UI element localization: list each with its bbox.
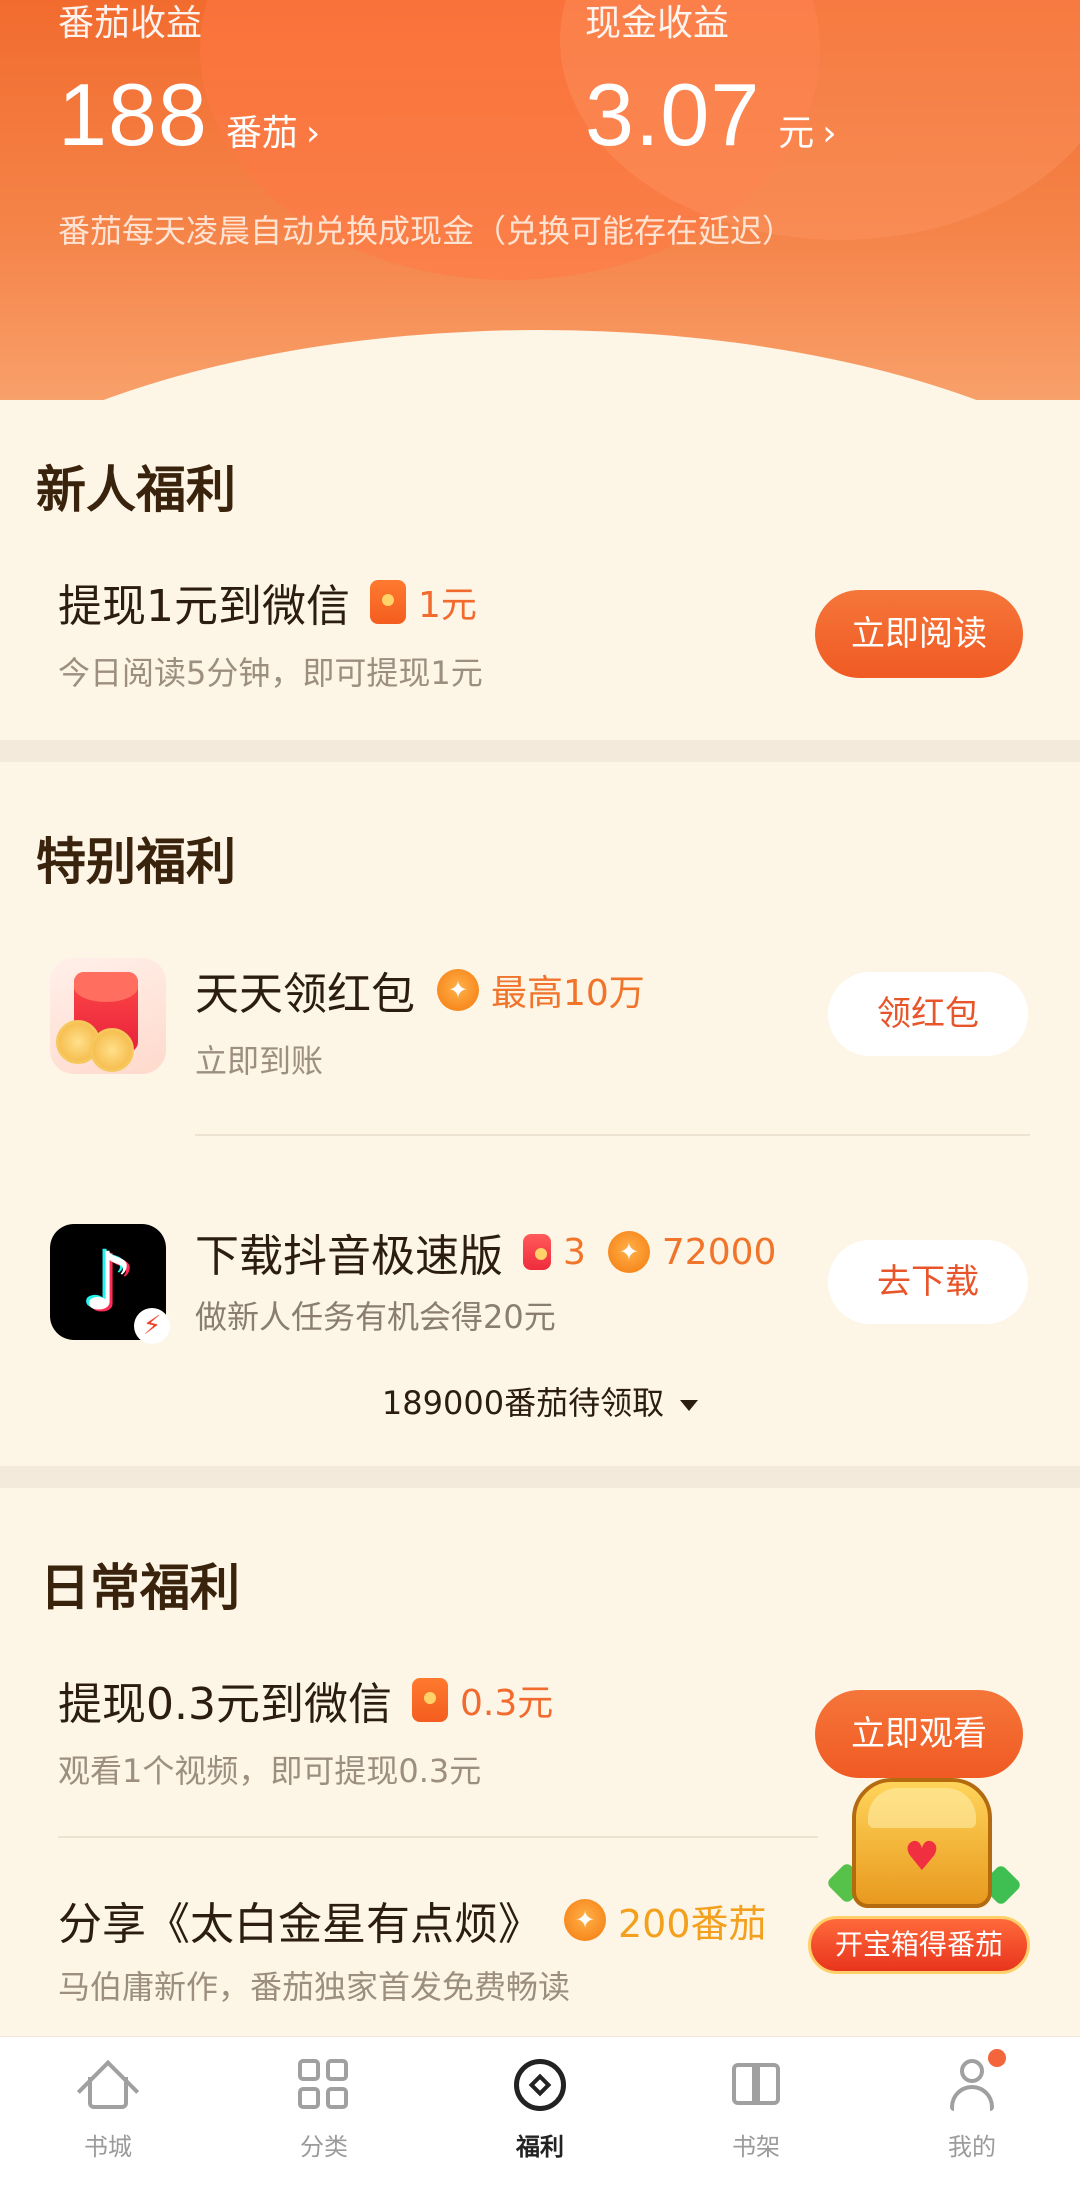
section-divider	[0, 740, 1080, 762]
daily-item-reward: 0.3元	[459, 1683, 554, 1724]
tab-label: 我的	[948, 2133, 996, 2161]
task-reward: 1元	[418, 585, 477, 626]
section-title: 新人福利	[36, 461, 236, 519]
house-icon	[76, 2055, 140, 2123]
task-subtitle: 今日阅读5分钟，即可提现1元	[58, 654, 483, 692]
chevron-right-icon: ›	[305, 113, 321, 154]
tab-bookstore[interactable]: 书城	[33, 2055, 183, 2162]
special-item-reward: 最高10万	[491, 973, 645, 1014]
tomato-earnings-label: 番茄收益	[58, 3, 203, 44]
special-item-reward: 72000	[661, 1231, 777, 1273]
row-divider	[58, 1836, 818, 1838]
section-title: 日常福利	[40, 1559, 240, 1617]
treasure-chest[interactable]: ♥ 开宝箱得番茄	[808, 1778, 1030, 1978]
daily-item-subtitle: 观看1个视频，即可提现0.3元	[58, 1752, 482, 1790]
douyin-app-icon: ♪ ⚡	[50, 1224, 170, 1344]
daily-item-title: 分享《太白金星有点烦》 200番茄	[58, 1888, 767, 1952]
user-icon	[942, 2049, 1006, 2115]
special-item-subtitle: 做新人任务有机会得20元	[195, 1298, 556, 1336]
coin-icon	[437, 969, 479, 1011]
red-packet-app-icon	[50, 958, 166, 1074]
newcomer-section: 新人福利 提现1元到微信 1元 今日阅读5分钟，即可提现1元 立即阅读	[0, 400, 1080, 740]
red-envelope-icon	[411, 1678, 448, 1722]
treasure-chest-label: 开宝箱得番茄	[808, 1916, 1030, 1974]
read-now-button[interactable]: 立即阅读	[815, 590, 1023, 678]
notification-dot	[988, 2049, 1006, 2067]
task-title: 提现1元到微信 1元	[58, 570, 477, 634]
tab-bookshelf[interactable]: 书架	[681, 2055, 831, 2162]
pending-tomatoes-toggle[interactable]: 189000番茄待领取	[0, 1378, 1080, 1424]
exchange-note: 番茄每天凌晨自动兑换成现金（兑换可能存在延迟）	[58, 212, 795, 250]
caret-down-icon	[680, 1399, 699, 1411]
cash-earnings-amount: 3.07	[585, 65, 761, 164]
tab-label: 书架	[732, 2133, 780, 2161]
watch-now-button[interactable]: 立即观看	[815, 1690, 1023, 1778]
daily-item-title-text: 分享《太白金星有点烦》	[58, 1899, 542, 1950]
daily-item-subtitle: 马伯庸新作，番茄独家首发免费畅读	[58, 1968, 571, 2006]
heart-icon: ♥	[904, 1834, 940, 1880]
daily-item-title: 提现0.3元到微信 0.3元	[58, 1668, 553, 1732]
row-divider	[195, 1134, 1030, 1136]
pending-tomatoes-label: 189000番茄待领取	[381, 1384, 665, 1422]
tab-label: 分类	[300, 2133, 348, 2161]
cash-earnings-unit: 元	[778, 113, 815, 154]
cash-earnings[interactable]: 现金收益 3.07 元 ›	[585, 0, 837, 166]
special-item-subtitle: 立即到账	[195, 1042, 324, 1080]
special-item-title-text: 下载抖音极速版	[195, 1231, 503, 1282]
coin-icon	[564, 1899, 606, 1941]
header-curve	[0, 330, 1080, 400]
chevron-right-icon: ›	[822, 113, 837, 154]
welfare-icon	[510, 2055, 570, 2115]
earnings-header: 番茄收益 188 番茄 › 现金收益 3.07 元 › 番茄每天凌晨自动兑换成现…	[0, 0, 1080, 400]
tomato-earnings-unit: 番茄	[225, 113, 298, 154]
red-envelope-icon	[523, 1234, 551, 1270]
bottom-tab-bar: 书城 分类 福利 书架 我的	[0, 2036, 1080, 2189]
section-title: 特别福利	[36, 833, 236, 891]
special-item-title-text: 天天领红包	[195, 969, 415, 1020]
special-item-title: 下载抖音极速版 3 72000	[195, 1220, 776, 1284]
special-section: 特别福利 天天领红包 最高10万 立即到账 领红包 ♪ ⚡ 下载抖音极速版 3 …	[0, 762, 1080, 1466]
tab-label: 福利	[516, 2133, 564, 2161]
book-icon	[726, 2055, 786, 2115]
section-divider	[0, 1466, 1080, 1488]
daily-item-title-text: 提现0.3元到微信	[58, 1679, 392, 1730]
chest-lid	[868, 1788, 976, 1828]
special-item-title: 天天领红包 最高10万	[195, 958, 645, 1022]
download-button[interactable]: 去下载	[828, 1240, 1028, 1324]
tab-welfare[interactable]: 福利	[465, 2055, 615, 2162]
tomato-earnings-amount: 188	[58, 65, 208, 164]
daily-item-reward: 200番茄	[618, 1901, 767, 1946]
tab-categories[interactable]: 分类	[249, 2055, 399, 2162]
tab-label: 书城	[84, 2133, 132, 2161]
tab-profile[interactable]: 我的	[897, 2049, 1047, 2162]
grid-icon	[294, 2055, 354, 2115]
cash-earnings-label: 现金收益	[585, 3, 730, 44]
tomato-earnings[interactable]: 番茄收益 188 番茄 ›	[58, 0, 320, 166]
get-red-packet-button[interactable]: 领红包	[828, 972, 1028, 1056]
red-envelope-icon	[370, 580, 406, 624]
task-title-text: 提现1元到微信	[58, 581, 350, 632]
red-packet-count: 3	[563, 1231, 586, 1273]
coin-icon	[607, 1231, 650, 1273]
